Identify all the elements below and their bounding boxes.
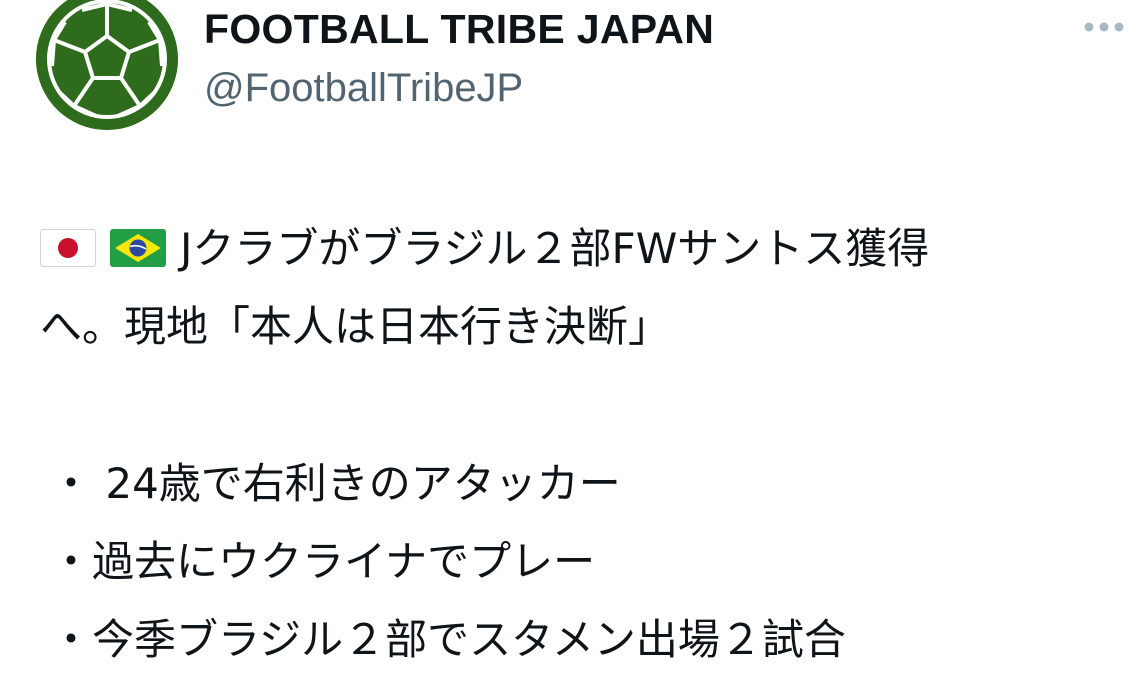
bullet-item: ・ 24歳で右利きのアタッカー (50, 459, 621, 508)
more-dots-icon[interactable] (1081, 14, 1127, 40)
bullet-item: ・過去にウクライナでプレー (50, 537, 596, 586)
headline-text-2: へ。現地「本人は日本行き決断」 (40, 302, 671, 351)
author-display-name[interactable]: FOOTBALL TRIBE JAPAN (204, 6, 714, 53)
headline-line: Jクラブがブラジル２部FWサントス獲得 (40, 210, 1130, 288)
headline-text-1: Jクラブがブラジル２部FWサントス獲得 (180, 224, 930, 273)
headline-line-2: へ。現地「本人は日本行き決断」 (40, 288, 1130, 366)
japan-flag-icon (40, 229, 96, 267)
author-handle[interactable]: @FootballTribeJP (204, 66, 523, 111)
football-icon (36, 0, 178, 130)
avatar[interactable] (36, 0, 178, 130)
bullet-item: ・今季ブラジル２部でスタメン出場２試合 (50, 615, 846, 664)
brazil-flag-icon (110, 229, 166, 267)
tweet-text: Jクラブがブラジル２部FWサントス獲得 へ。現地「本人は日本行き決断」 ・ 24… (40, 210, 1130, 679)
tweet: FOOTBALL TRIBE JAPAN @FootballTribeJP Jク… (0, 0, 1143, 699)
